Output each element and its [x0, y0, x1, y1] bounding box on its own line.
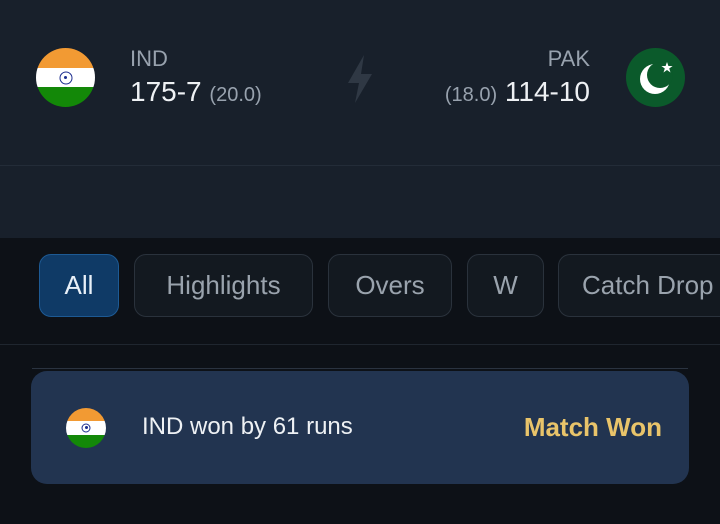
india-flag-icon: [36, 48, 95, 107]
home-overs: (20.0): [209, 84, 262, 106]
away-team-code: PAK: [547, 46, 590, 71]
filter-chip-overs[interactable]: Overs: [328, 254, 452, 317]
filter-chip-w[interactable]: W: [467, 254, 544, 317]
filter-chip-catch-drop[interactable]: Catch Drop: [558, 254, 720, 317]
away-runs-wickets: 114-10: [504, 76, 590, 107]
scoreboard: IND 175-7 (20.0) PAK (18.0) 114-10: [0, 0, 720, 238]
filters-divider: [0, 344, 720, 345]
result-text: IND won by 61 runs: [142, 413, 353, 440]
away-team-score: (18.0) 114-10: [445, 76, 590, 108]
filter-chip-highlights[interactable]: Highlights: [134, 254, 313, 317]
list-divider: [32, 368, 688, 369]
match-result-card[interactable]: IND won by 61 runs Match Won: [31, 371, 689, 484]
home-team-score: 175-7 (20.0): [130, 76, 262, 108]
away-overs: (18.0): [444, 84, 498, 106]
home-runs-wickets: 175-7: [130, 76, 202, 107]
filter-bar: All Highlights Overs W Catch Drop: [0, 238, 720, 345]
scoreboard-divider: [0, 165, 720, 166]
pakistan-flag-icon: [626, 48, 685, 107]
india-flag-icon: [66, 408, 106, 448]
home-team-code: IND: [130, 46, 168, 71]
filter-chip-all[interactable]: All: [39, 254, 119, 317]
result-status-label: Match Won: [523, 412, 662, 442]
lightning-icon: [348, 55, 372, 103]
